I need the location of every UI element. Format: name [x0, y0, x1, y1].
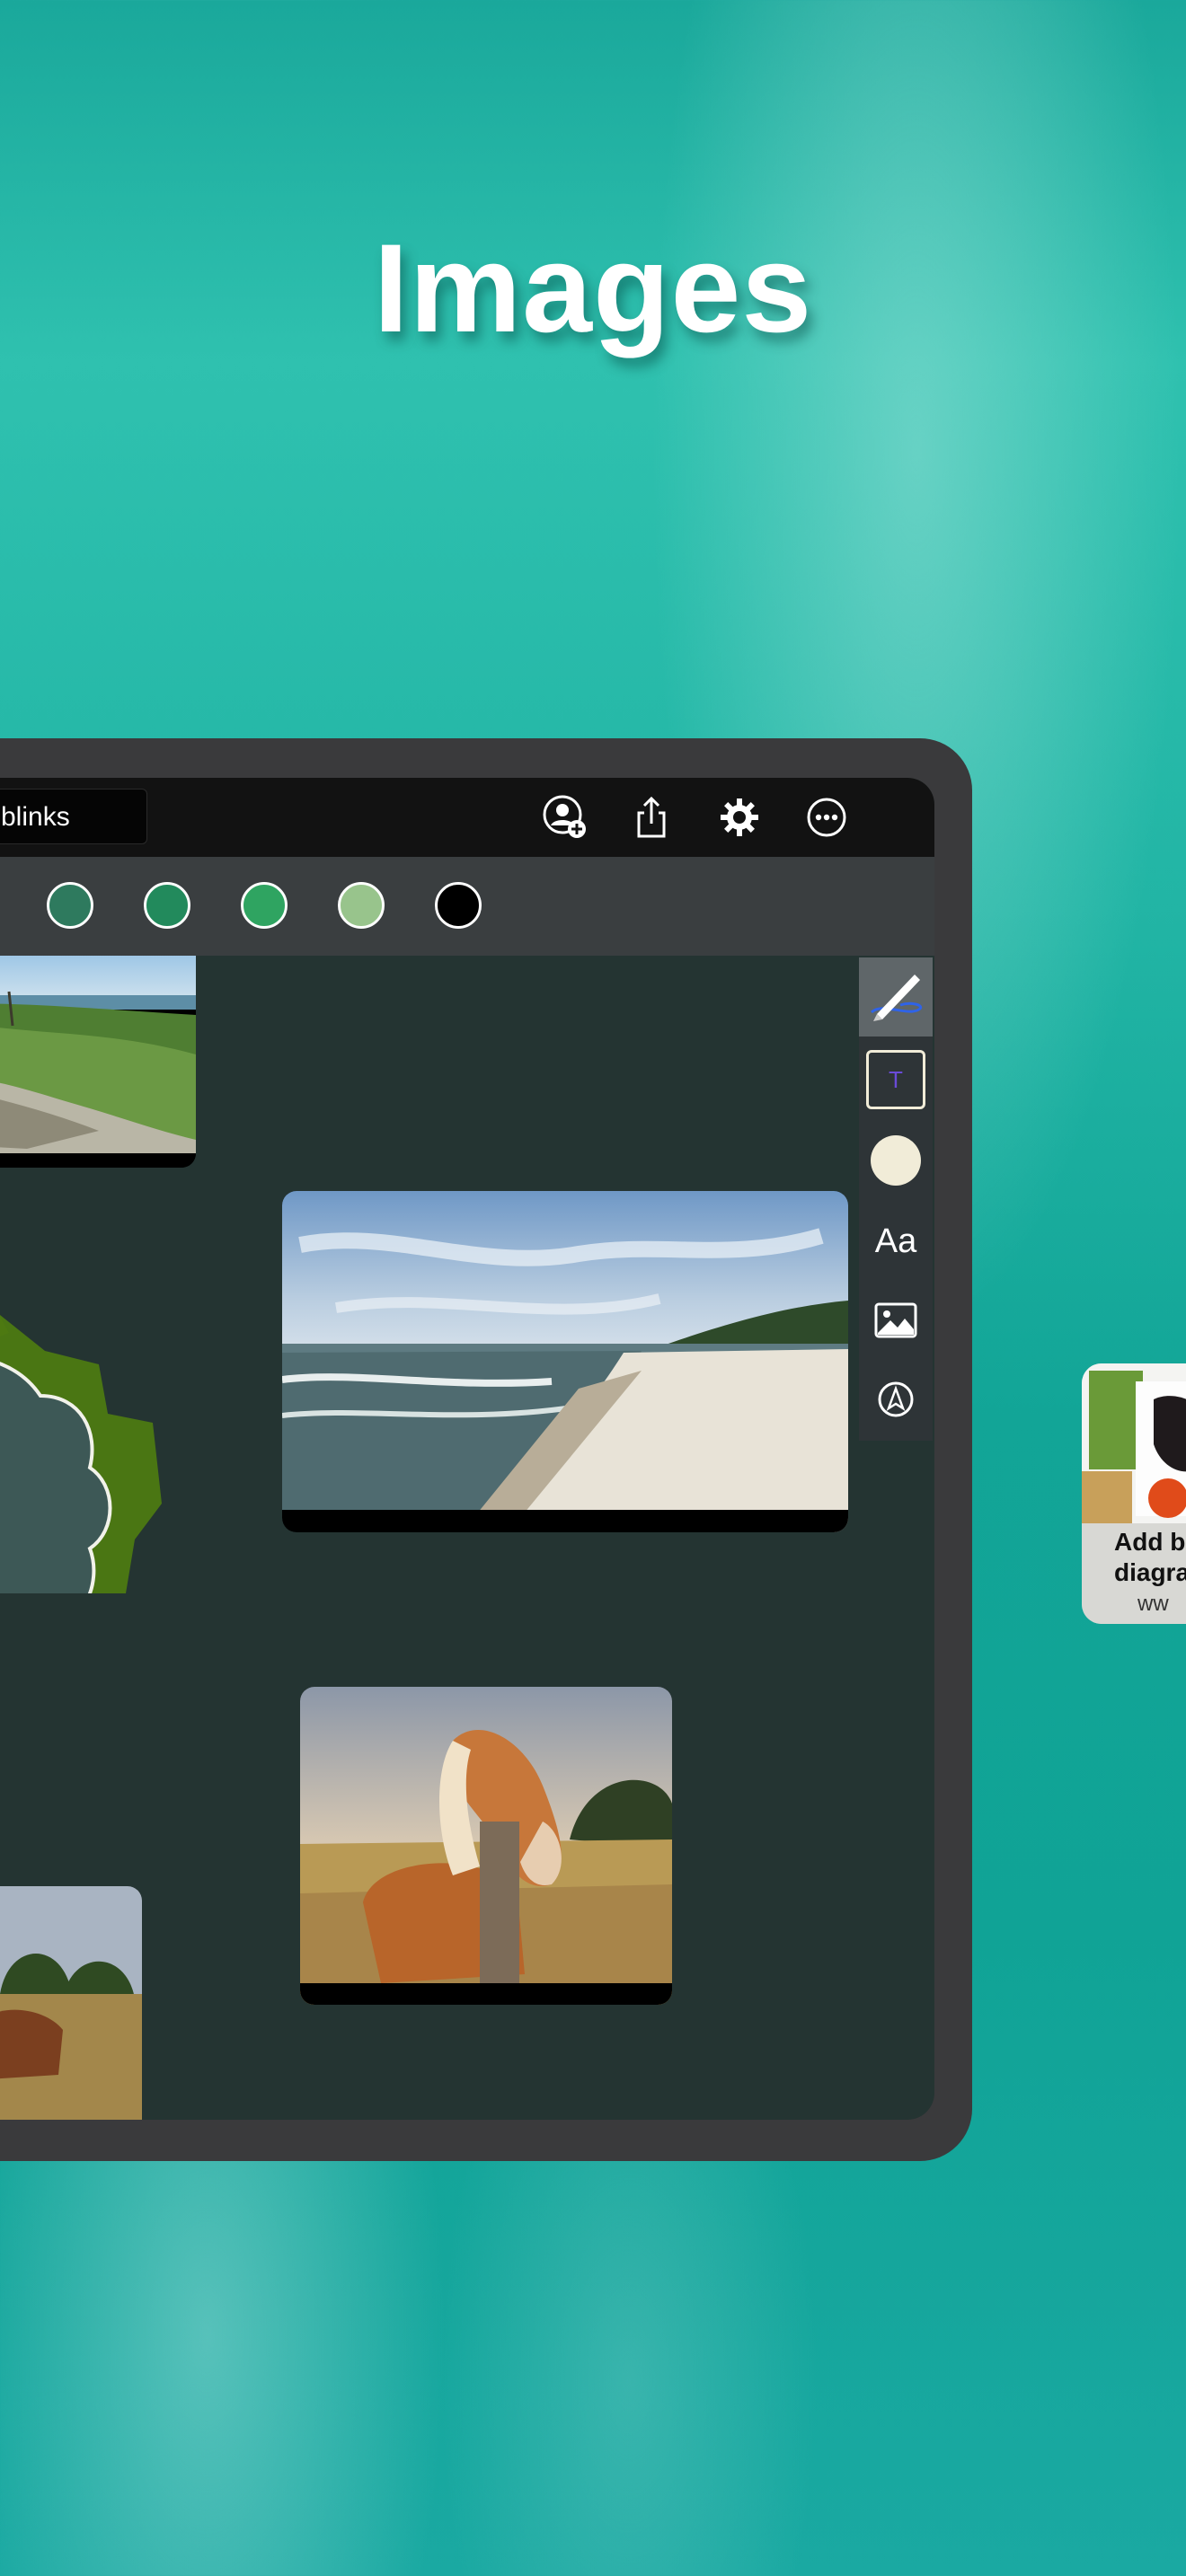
color-swatch-1[interactable]: [47, 882, 93, 929]
scallop-note-shape[interactable]: s ks: [0, 1126, 162, 1631]
font-tool[interactable]: Aa: [859, 1202, 933, 1281]
color-swatch-3[interactable]: [241, 882, 288, 929]
color-swatch-5[interactable]: [435, 882, 482, 929]
image-icon: [874, 1302, 917, 1338]
share-icon[interactable]: [629, 795, 674, 840]
settings-gear-icon[interactable]: [717, 795, 762, 840]
photo-horse-portrait[interactable]: [300, 1687, 672, 2005]
font-label: Aa: [874, 1222, 917, 1260]
document-title-field[interactable]: blinks: [0, 789, 147, 844]
color-swatch-4[interactable]: [338, 882, 385, 929]
text-box-tool[interactable]: T: [859, 1040, 933, 1119]
photo-horses-field[interactable]: [0, 1886, 142, 2120]
compass-pen-icon: [878, 1381, 914, 1417]
tablet-device-frame: blinks T Aa: [0, 738, 972, 2161]
pen-icon: [870, 975, 923, 1021]
photo-beach[interactable]: [282, 1191, 848, 1532]
side-card-text: Add b diagra: [1114, 1528, 1186, 1586]
fill-color-tool[interactable]: [859, 1121, 933, 1200]
shape-pen-tool[interactable]: [859, 1360, 933, 1439]
text-box-icon: T: [866, 1050, 925, 1109]
more-ellipsis-icon[interactable]: [804, 795, 849, 840]
app-screen: blinks T Aa: [0, 778, 934, 2120]
side-card-url: ww: [1137, 1592, 1169, 1616]
drawing-canvas[interactable]: s ks: [0, 956, 934, 2120]
pen-tool[interactable]: [859, 957, 933, 1037]
color-palette-bar: [0, 857, 934, 956]
add-collaborator-icon[interactable]: [543, 795, 588, 840]
fill-color-swatch: [871, 1135, 921, 1186]
top-toolbar: blinks: [0, 778, 934, 857]
color-swatch-2[interactable]: [144, 882, 190, 929]
next-screenshot-card: Add b diagra ww: [1082, 1363, 1186, 1624]
tool-rail: T Aa: [859, 957, 933, 1441]
headline: Images: [373, 217, 813, 358]
image-tool[interactable]: [859, 1281, 933, 1360]
